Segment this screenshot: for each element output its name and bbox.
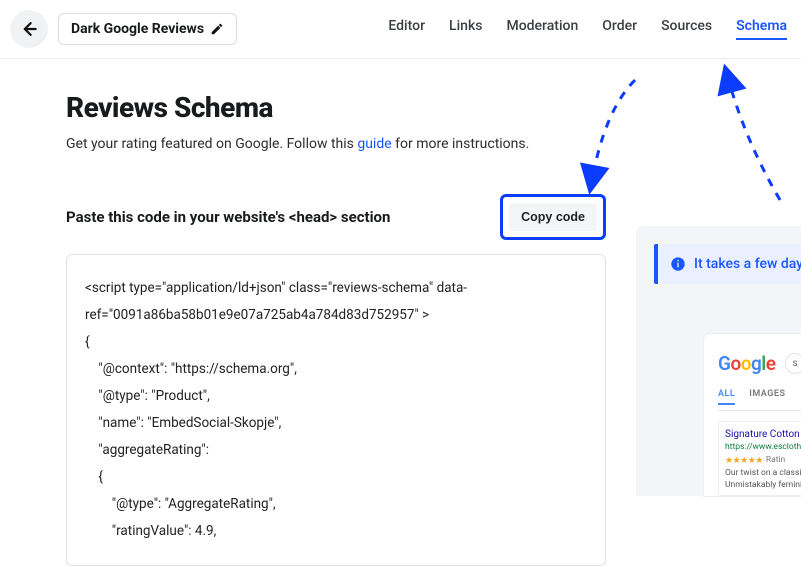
schema-code-block[interactable]: <script type="application/ld+json" class… <box>66 254 606 566</box>
back-button[interactable] <box>10 10 48 48</box>
google-logo-row: Google s <box>718 352 801 375</box>
nav-sources[interactable]: Sources <box>661 18 712 40</box>
nav-order[interactable]: Order <box>602 18 637 40</box>
result-url: https://www.esclothes <box>725 442 801 453</box>
google-tabs: ALL IMAGES <box>718 389 801 411</box>
widget-title: Dark Google Reviews <box>71 21 204 37</box>
info-notice: It takes a few days <box>654 244 801 284</box>
widget-title-pill[interactable]: Dark Google Reviews <box>58 13 237 45</box>
google-preview-card: Google s ALL IMAGES Signature Cotton Fis… <box>704 334 801 496</box>
copy-code-button[interactable]: Copy code <box>509 203 597 231</box>
search-result-card: Signature Cotton Fis https://www.escloth… <box>718 421 801 496</box>
preview-panel: It takes a few days Google s ALL IMAGES … <box>636 226 801 496</box>
nav-links[interactable]: Links <box>449 18 482 40</box>
nav-tabs: Editor Links Moderation Order Sources Sc… <box>388 18 787 40</box>
result-desc-1: Our twist on a classic <box>725 468 801 479</box>
google-tab-images: IMAGES <box>749 389 785 405</box>
arrow-left-icon <box>19 19 39 39</box>
notice-text: It takes a few days <box>694 256 801 272</box>
page-subtitle: Get your rating featured on Google. Foll… <box>66 136 801 152</box>
pencil-icon <box>210 22 224 36</box>
nav-moderation[interactable]: Moderation <box>506 18 578 40</box>
nav-schema[interactable]: Schema <box>736 18 787 40</box>
header: Dark Google Reviews Editor Links Moderat… <box>0 0 801 58</box>
google-tab-all: ALL <box>718 389 735 405</box>
google-search-pill: s <box>785 353 801 374</box>
rating-label: Ratin <box>766 455 785 466</box>
star-icons: ★★★★★ <box>725 455 763 467</box>
result-title: Signature Cotton Fis <box>725 428 801 442</box>
nav-editor[interactable]: Editor <box>388 18 425 40</box>
copy-button-highlight: Copy code <box>500 194 606 240</box>
result-desc-2: Unmistakably femini <box>725 480 801 491</box>
paste-label: Paste this code in your website's <head>… <box>66 208 490 226</box>
guide-link[interactable]: guide <box>357 136 391 152</box>
page-heading: Reviews Schema <box>66 91 801 124</box>
info-icon <box>670 256 686 272</box>
google-logo: Google <box>718 352 775 375</box>
